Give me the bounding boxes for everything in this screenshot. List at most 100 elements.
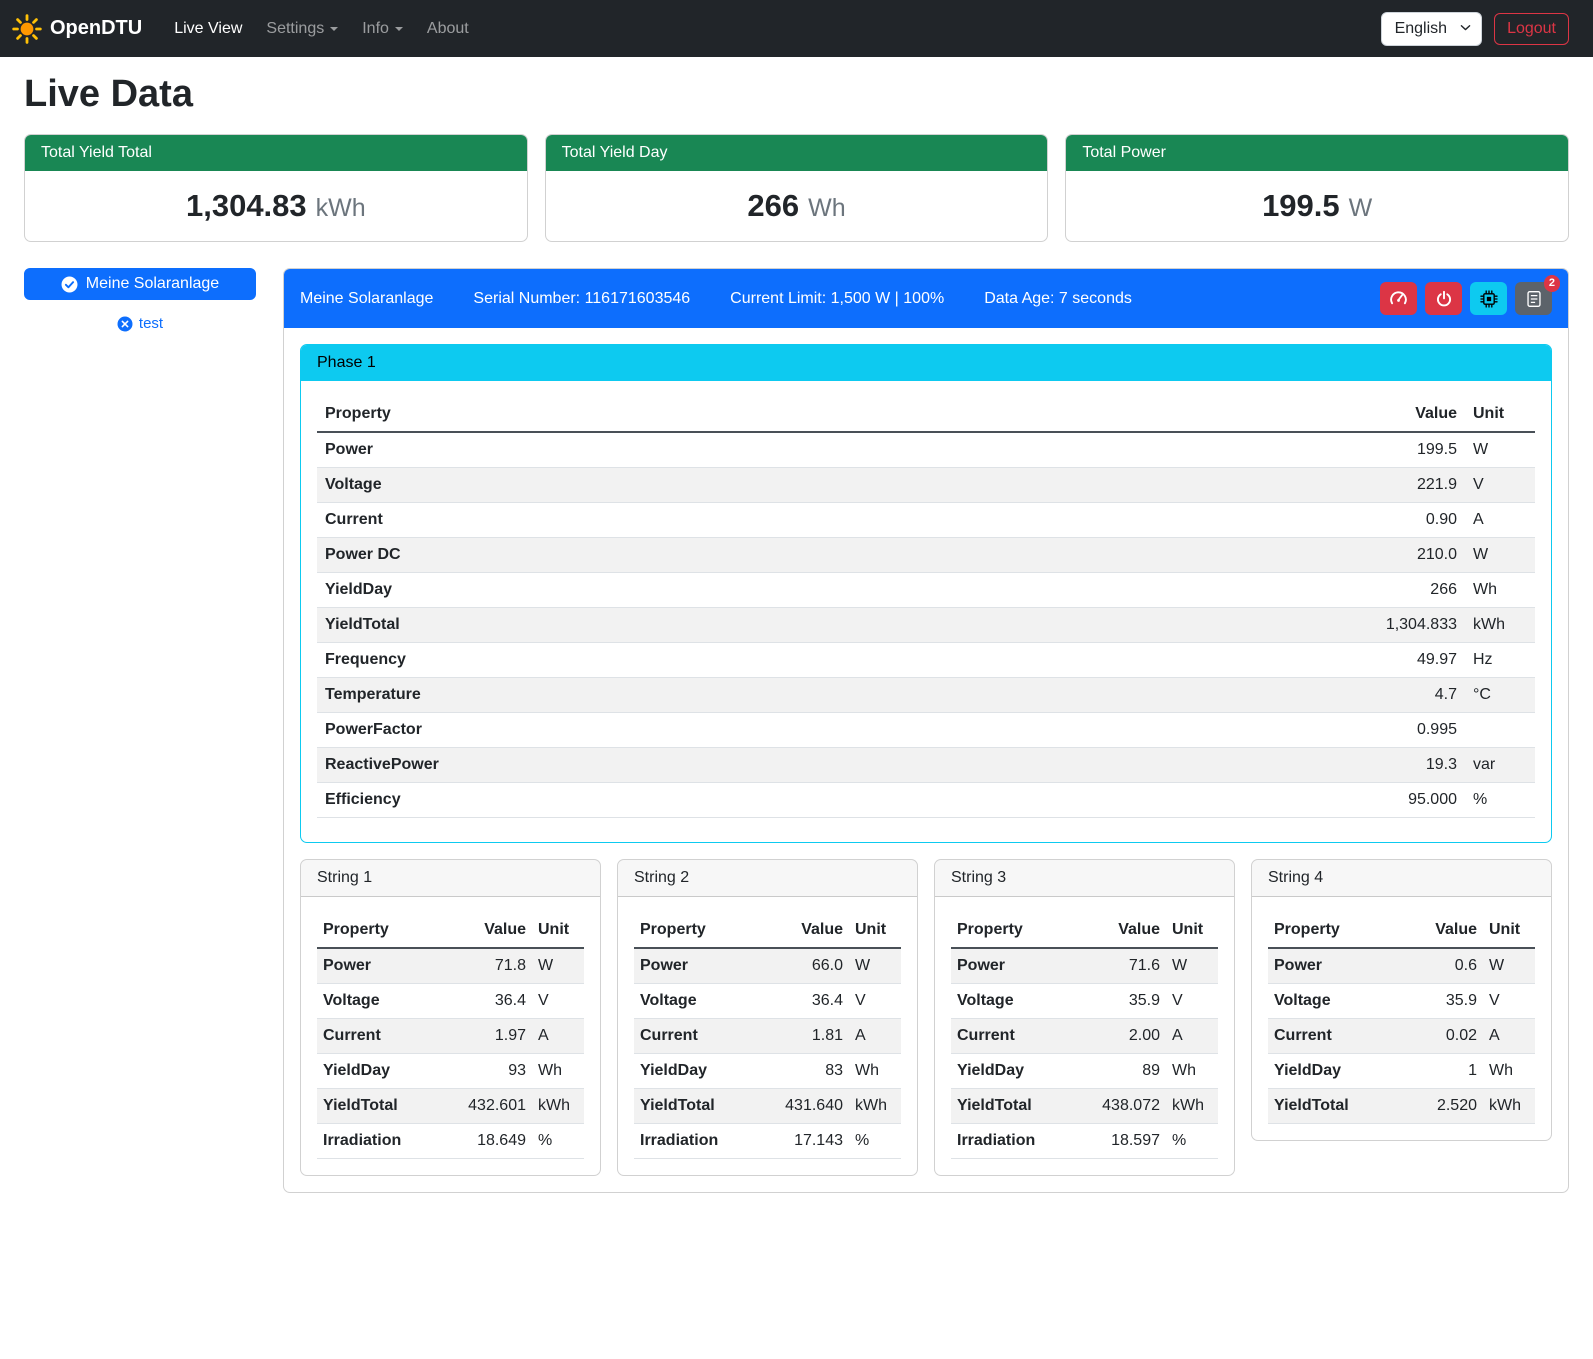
value-cell: 36.4	[450, 984, 532, 1019]
x-circle-icon	[117, 316, 133, 332]
unit-cell: Wh	[1465, 573, 1535, 608]
inverter-select-label: Meine Solaranlage	[86, 275, 219, 293]
table-row: Frequency 49.97 Hz	[317, 643, 1535, 678]
value-cell: 1.97	[450, 1019, 532, 1054]
property-cell: Power	[1268, 948, 1401, 984]
test-link[interactable]: test	[24, 315, 256, 332]
value-cell: 1	[1401, 1054, 1483, 1089]
unit-cell: Wh	[1166, 1054, 1218, 1089]
value-cell: 266	[1325, 573, 1465, 608]
property-cell: Power	[951, 948, 1084, 984]
total-yield-day-body: 266Wh	[546, 171, 1048, 241]
nav-info[interactable]: Info	[350, 12, 415, 46]
unit-cell: A	[1483, 1019, 1535, 1054]
unit-cell: °C	[1465, 678, 1535, 713]
value-cell: 2.520	[1401, 1089, 1483, 1124]
table-row: Current 2.00 A	[951, 1019, 1218, 1054]
limit-settings-button[interactable]	[1380, 282, 1417, 315]
property-cell: Irradiation	[317, 1124, 450, 1159]
unit-cell: kWh	[1166, 1089, 1218, 1124]
total-yield-day-card: Total Yield Day 266Wh	[545, 134, 1049, 242]
power-settings-button[interactable]	[1425, 282, 1462, 315]
inverter-sidebar: Meine Solaranlage test	[24, 268, 256, 332]
navbar: OpenDTU Live View Settings Info About En…	[0, 0, 1593, 57]
column-header-property: Property	[634, 913, 767, 948]
string-4-body: Property Value Unit Power	[1252, 897, 1551, 1140]
nav-settings[interactable]: Settings	[254, 12, 350, 46]
value-cell: 199.5	[1325, 432, 1465, 468]
string-1-table: Property Value Unit Power	[317, 913, 584, 1159]
property-cell: YieldTotal	[317, 1089, 450, 1124]
unit-cell: Wh	[849, 1054, 901, 1089]
phase-card: Phase 1 Property Value Unit	[300, 344, 1552, 843]
string-3-table: Property Value Unit Power	[951, 913, 1218, 1159]
value-cell: 83	[767, 1054, 849, 1089]
table-header-row: Property Value Unit	[317, 913, 584, 948]
phase-table: Property Value Unit Power	[317, 397, 1535, 818]
unit-cell: Hz	[1465, 643, 1535, 678]
unit-cell: W	[1483, 948, 1535, 984]
table-row: Voltage 35.9 V	[951, 984, 1218, 1019]
value-cell: 0.02	[1401, 1019, 1483, 1054]
cpu-icon	[1480, 290, 1498, 308]
table-row: Voltage 221.9 V	[317, 468, 1535, 503]
nav-live-view[interactable]: Live View	[162, 12, 254, 46]
event-log-button[interactable]: 2	[1515, 282, 1552, 315]
nav-info-label: Info	[362, 20, 389, 37]
column-header-unit: Unit	[1166, 913, 1218, 948]
table-row: Power 71.8 W	[317, 948, 584, 984]
navbar-left: OpenDTU Live View Settings Info About	[12, 12, 481, 46]
chevron-down-icon	[395, 27, 403, 31]
brand[interactable]: OpenDTU	[12, 14, 142, 44]
strings-row: String 1 Property Value Unit	[300, 859, 1552, 1176]
test-link-label: test	[139, 315, 163, 332]
language-select[interactable]: English	[1381, 12, 1482, 46]
total-yield-day-title: Total Yield Day	[546, 135, 1048, 171]
table-row: YieldTotal 432.601 kWh	[317, 1089, 584, 1124]
nav-about[interactable]: About	[415, 12, 481, 46]
property-cell: Voltage	[317, 468, 1325, 503]
unit-cell: kWh	[532, 1089, 584, 1124]
total-power-body: 199.5W	[1066, 171, 1568, 241]
sun-icon	[12, 14, 42, 44]
value-cell: 432.601	[450, 1089, 532, 1124]
value-cell: 95.000	[1325, 783, 1465, 818]
column-header-value: Value	[450, 913, 532, 948]
inverter-action-buttons: 2	[1380, 282, 1552, 315]
total-yield-total-unit: kWh	[316, 194, 366, 222]
property-cell: Irradiation	[634, 1124, 767, 1159]
table-header-row: Property Value Unit	[634, 913, 901, 948]
table-row: Irradiation 18.597 %	[951, 1124, 1218, 1159]
inverter-card: Meine Solaranlage Serial Number: 1161716…	[283, 268, 1569, 1193]
inverter-data-age: Data Age: 7 seconds	[984, 290, 1132, 308]
check-circle-icon	[61, 276, 78, 293]
inverter-info-button[interactable]	[1470, 282, 1507, 315]
column-header-value: Value	[1325, 397, 1465, 432]
unit-cell: V	[1465, 468, 1535, 503]
property-cell: Current	[1268, 1019, 1401, 1054]
property-cell: Voltage	[634, 984, 767, 1019]
value-cell: 0.90	[1325, 503, 1465, 538]
language-select-value: English	[1395, 20, 1447, 37]
total-yield-total-value: 1,304.83	[186, 188, 307, 223]
table-row: Power 0.6 W	[1268, 948, 1535, 984]
property-cell: YieldDay	[1268, 1054, 1401, 1089]
value-cell: 2.00	[1084, 1019, 1166, 1054]
page-container: Live Data Total Yield Total 1,304.83kWh …	[0, 73, 1593, 1217]
unit-cell: %	[1465, 783, 1535, 818]
logout-button[interactable]: Logout	[1494, 13, 1569, 45]
value-cell: 221.9	[1325, 468, 1465, 503]
total-power-title: Total Power	[1066, 135, 1568, 171]
navbar-right: English Logout	[1381, 12, 1569, 46]
property-cell: YieldTotal	[317, 608, 1325, 643]
table-row: Current 1.97 A	[317, 1019, 584, 1054]
chevron-down-icon	[330, 27, 338, 31]
inverter-select-button[interactable]: Meine Solaranlage	[24, 268, 256, 300]
value-cell: 66.0	[767, 948, 849, 984]
table-row: YieldDay 89 Wh	[951, 1054, 1218, 1089]
string-1-title: String 1	[301, 860, 600, 897]
value-cell: 438.072	[1084, 1089, 1166, 1124]
unit-cell	[1465, 713, 1535, 748]
property-cell: Voltage	[1268, 984, 1401, 1019]
unit-cell: W	[1465, 432, 1535, 468]
